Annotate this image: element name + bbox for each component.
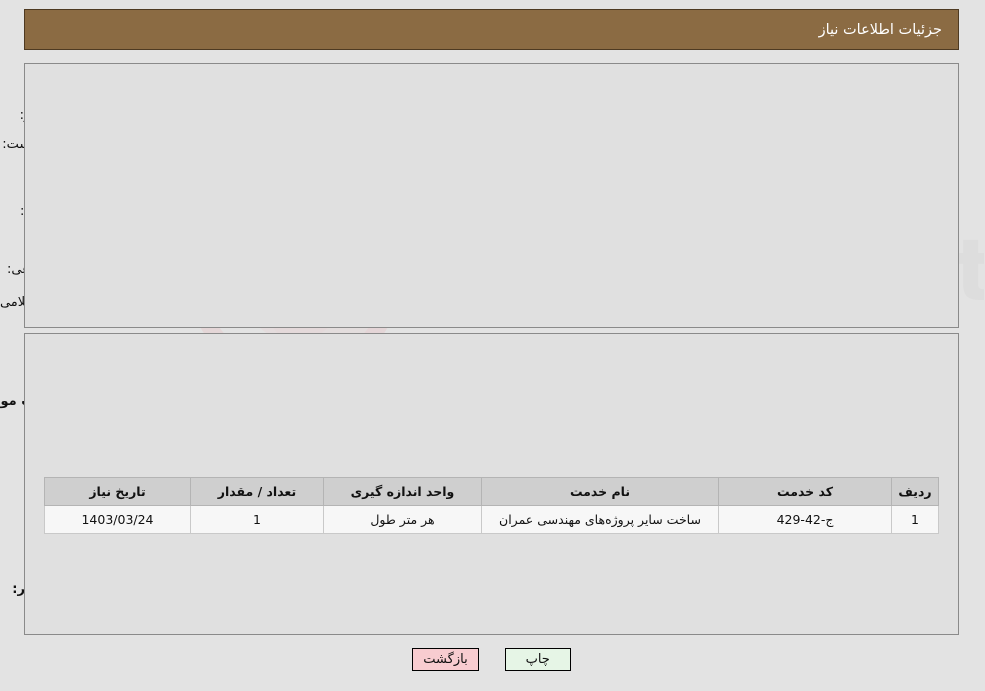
services-table: ردیف کد خدمت نام خدمت واحد اندازه گیری ت… xyxy=(45,477,940,534)
back-button[interactable]: بازگشت xyxy=(413,648,480,671)
cell-unit: هر متر طول xyxy=(324,505,483,534)
table-row: 1 ج-42-429 ساخت سایر پروژه‌های مهندسی عم… xyxy=(45,505,940,534)
cell-quantity: 1 xyxy=(191,505,325,534)
cell-service-code: ج-42-429 xyxy=(719,505,893,534)
col-service-name: نام خدمت xyxy=(482,477,720,506)
cell-need-date: 1403/03/24 xyxy=(45,505,192,534)
action-button-bar: چاپ بازگشت xyxy=(0,648,985,671)
cell-row-no: 1 xyxy=(892,505,940,534)
need-summary-panel xyxy=(25,63,960,328)
col-quantity: تعداد / مقدار xyxy=(191,477,325,506)
col-service-code: کد خدمت xyxy=(719,477,893,506)
print-button[interactable]: چاپ xyxy=(505,648,572,671)
table-header-row: ردیف کد خدمت نام خدمت واحد اندازه گیری ت… xyxy=(45,477,940,506)
cell-service-name: ساخت سایر پروژه‌های مهندسی عمران xyxy=(482,505,720,534)
col-row-no: ردیف xyxy=(892,477,940,506)
col-need-date: تاریخ نیاز xyxy=(45,477,192,506)
page-header: جزئیات اطلاعات نیاز xyxy=(25,9,960,50)
page-title: جزئیات اطلاعات نیاز xyxy=(819,21,943,38)
col-unit: واحد اندازه گیری xyxy=(324,477,483,506)
